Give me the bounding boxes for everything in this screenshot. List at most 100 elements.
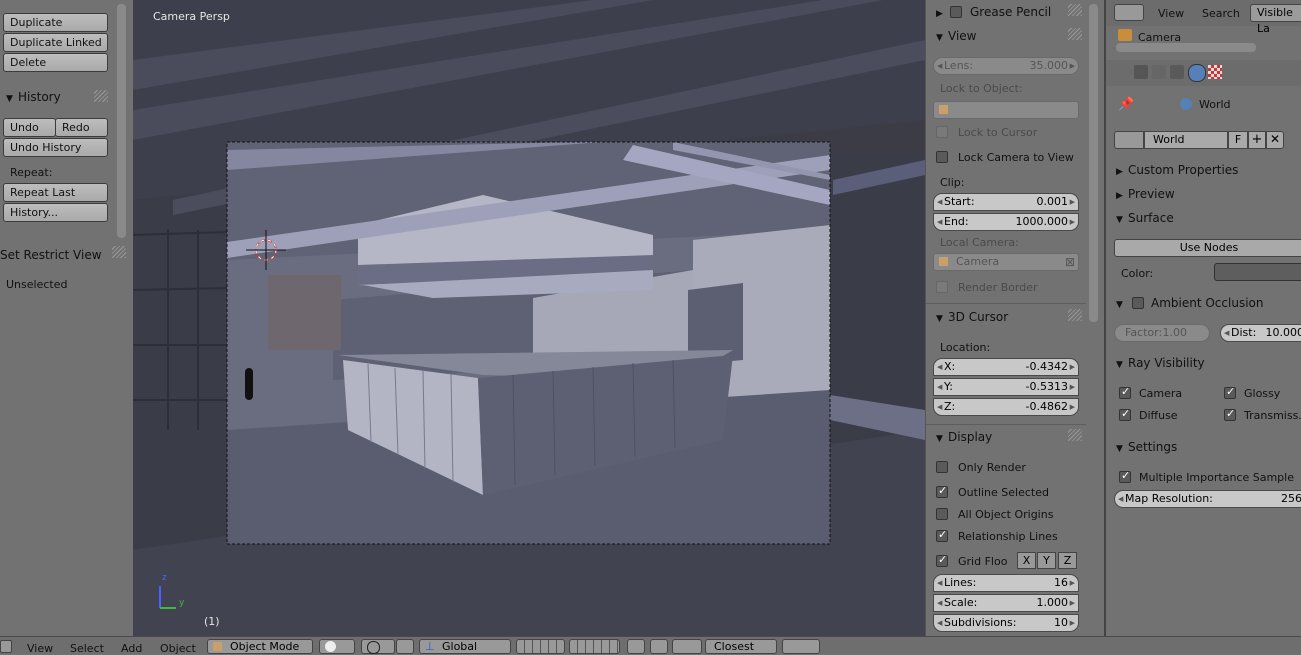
ao-distance-field[interactable]: ◀ Dist: 10.000 (1220, 324, 1301, 342)
layers-grid-1[interactable] (516, 639, 565, 654)
display-mode-dropdown[interactable]: Visible La (1250, 4, 1301, 35)
fake-user-button[interactable]: F (1228, 131, 1248, 149)
add-world-icon[interactable]: + (1248, 131, 1266, 149)
grease-pencil-checkbox[interactable] (950, 6, 962, 18)
render-tab-icon[interactable] (1134, 65, 1148, 79)
clear-icon[interactable]: ⊠ (1065, 254, 1075, 270)
history-panel-header[interactable]: ▼ History (6, 90, 61, 104)
toolshelf-scrollbar[interactable] (117, 4, 126, 238)
proportional-edit-icon[interactable] (650, 639, 668, 654)
cursor-y-field[interactable]: ◀ Y: -0.5313 ▶ (933, 378, 1079, 396)
ambient-occlusion-header[interactable]: ▼ (1116, 296, 1128, 310)
pin-icon[interactable]: 📌 (1118, 97, 1134, 112)
panel-grip-icon[interactable] (1068, 28, 1082, 40)
shading-dropdown[interactable] (319, 639, 355, 654)
only-render-checkbox[interactable] (936, 461, 948, 473)
pivot-dropdown[interactable] (361, 639, 395, 654)
npanel-scrollbar[interactable] (1089, 4, 1098, 322)
duplicate-button[interactable]: Duplicate (3, 13, 108, 32)
editor-type-icon[interactable] (0, 640, 12, 653)
outliner-view-menu[interactable]: View (1158, 7, 1184, 20)
snap-element-dropdown[interactable] (672, 639, 702, 654)
render-border-checkbox[interactable] (936, 281, 948, 293)
outliner-scrollbar[interactable] (1116, 43, 1256, 52)
view-panel-header[interactable]: ▼ View (936, 29, 976, 43)
ao-factor-field[interactable]: Factor: 1.00 (1114, 324, 1210, 342)
map-resolution-field[interactable]: ◀ Map Resolution: 256 (1114, 490, 1301, 508)
ray-camera-checkbox[interactable] (1119, 385, 1131, 399)
settings-header[interactable]: ▼ Settings (1116, 440, 1177, 454)
grid-x-toggle[interactable]: X (1017, 552, 1036, 569)
ray-diffuse-checkbox[interactable] (1119, 407, 1131, 421)
clip-end-field[interactable]: ◀ End: 1000.000 ▶ (933, 213, 1079, 231)
tool-shelf: Duplicate Duplicate Linked Delete ▼ Histo… (0, 0, 133, 636)
lock-to-cursor-checkbox[interactable] (936, 126, 948, 138)
collapse-triangle-icon: ▼ (1116, 444, 1123, 454)
surface-header[interactable]: ▼ Surface (1116, 211, 1174, 225)
scene-tab-icon[interactable] (1170, 65, 1184, 79)
use-nodes-button[interactable]: Use Nodes (1114, 239, 1301, 257)
object-menu[interactable]: Object (160, 642, 196, 655)
grid-lines-field[interactable]: ◀ Lines: 16 ▶ (933, 574, 1079, 592)
undo-history-button[interactable]: Undo History (3, 138, 108, 157)
undo-button[interactable]: Undo (3, 118, 56, 137)
view-menu[interactable]: View (27, 642, 53, 655)
multiple-importance-checkbox[interactable] (1119, 469, 1131, 483)
texture-tab-icon[interactable] (1208, 65, 1222, 79)
panel-grip-icon[interactable] (94, 90, 108, 102)
lock-object-field[interactable] (933, 101, 1079, 119)
world-browse-icon[interactable] (1114, 131, 1144, 149)
grid-z-toggle[interactable]: Z (1058, 552, 1077, 569)
grid-scale-field[interactable]: ◀ Scale: 1.000 ▶ (933, 594, 1079, 612)
ambient-occlusion-checkbox[interactable] (1132, 297, 1144, 309)
outliner-search-menu[interactable]: Search (1202, 7, 1240, 20)
duplicate-linked-button[interactable]: Duplicate Linked (3, 33, 108, 52)
cursor-z-field[interactable]: ◀ Z: -0.4862 ▶ (933, 398, 1079, 416)
panel-grip-icon[interactable] (1068, 429, 1082, 441)
3d-cursor-panel-header[interactable]: ▼ 3D Cursor (936, 310, 1008, 324)
outline-selected-checkbox[interactable] (936, 484, 948, 498)
custom-properties-header[interactable]: ▶ Custom Properties (1116, 163, 1238, 177)
delete-button[interactable]: Delete (3, 53, 108, 72)
ray-transmission-label: Transmiss... (1244, 409, 1301, 422)
redo-button[interactable]: Redo (55, 118, 108, 137)
unlink-world-icon[interactable]: ✕ (1266, 131, 1284, 149)
ray-visibility-header[interactable]: ▼ Ray Visibility (1116, 356, 1205, 370)
repeat-history-button[interactable]: History... (3, 203, 108, 222)
world-name-field[interactable]: World (1144, 131, 1228, 149)
panel-grip-icon[interactable] (112, 246, 126, 258)
lock-camera-to-view-checkbox[interactable] (936, 151, 948, 163)
grid-subdivisions-field[interactable]: ◀ Subdivisions: 10 ▶ (933, 614, 1079, 632)
select-menu[interactable]: Select (70, 642, 104, 655)
manipulator-toggle[interactable] (396, 639, 414, 654)
snap-target-dropdown[interactable]: Closest (705, 639, 777, 654)
add-menu[interactable]: Add (121, 642, 142, 655)
ray-transmission-checkbox[interactable] (1224, 407, 1236, 421)
relationship-lines-checkbox[interactable] (936, 528, 948, 542)
render-buttons[interactable] (782, 639, 820, 654)
mode-dropdown[interactable]: Object Mode (207, 639, 313, 654)
orientation-dropdown[interactable]: ⊥ Global (419, 639, 511, 654)
local-camera-field[interactable]: Camera ⊠ (933, 253, 1079, 271)
panel-grip-icon[interactable] (1068, 4, 1082, 16)
grid-floor-checkbox[interactable] (936, 553, 948, 567)
repeat-last-button[interactable]: Repeat Last (3, 183, 108, 202)
editor-type-icon[interactable] (1114, 4, 1144, 21)
grease-pencil-header[interactable]: ▶ (936, 5, 948, 19)
layers-grid-2[interactable] (569, 639, 620, 654)
lock-layers-icon[interactable] (627, 639, 645, 654)
grid-y-toggle[interactable]: Y (1037, 552, 1056, 569)
3d-viewport[interactable]: Camera Persp z y (1) (133, 0, 925, 636)
world-tab-icon[interactable] (1188, 64, 1206, 82)
display-panel-header[interactable]: ▼ Display (936, 430, 992, 444)
all-object-origins-checkbox[interactable] (936, 508, 948, 520)
clip-start-field[interactable]: ◀ Start: 0.001 ▶ (933, 193, 1079, 211)
panel-grip-icon[interactable] (1068, 309, 1082, 321)
lock-to-object-label: Lock to Object: (940, 82, 1023, 95)
cursor-x-field[interactable]: ◀ X: -0.4342 ▶ (933, 358, 1079, 376)
ray-glossy-checkbox[interactable] (1224, 385, 1236, 399)
preview-header[interactable]: ▶ Preview (1116, 187, 1175, 201)
render-layers-tab-icon[interactable] (1152, 65, 1166, 79)
world-color-swatch[interactable] (1214, 263, 1301, 281)
lens-field[interactable]: ◀ Lens: 35.000 ▶ (933, 57, 1079, 75)
